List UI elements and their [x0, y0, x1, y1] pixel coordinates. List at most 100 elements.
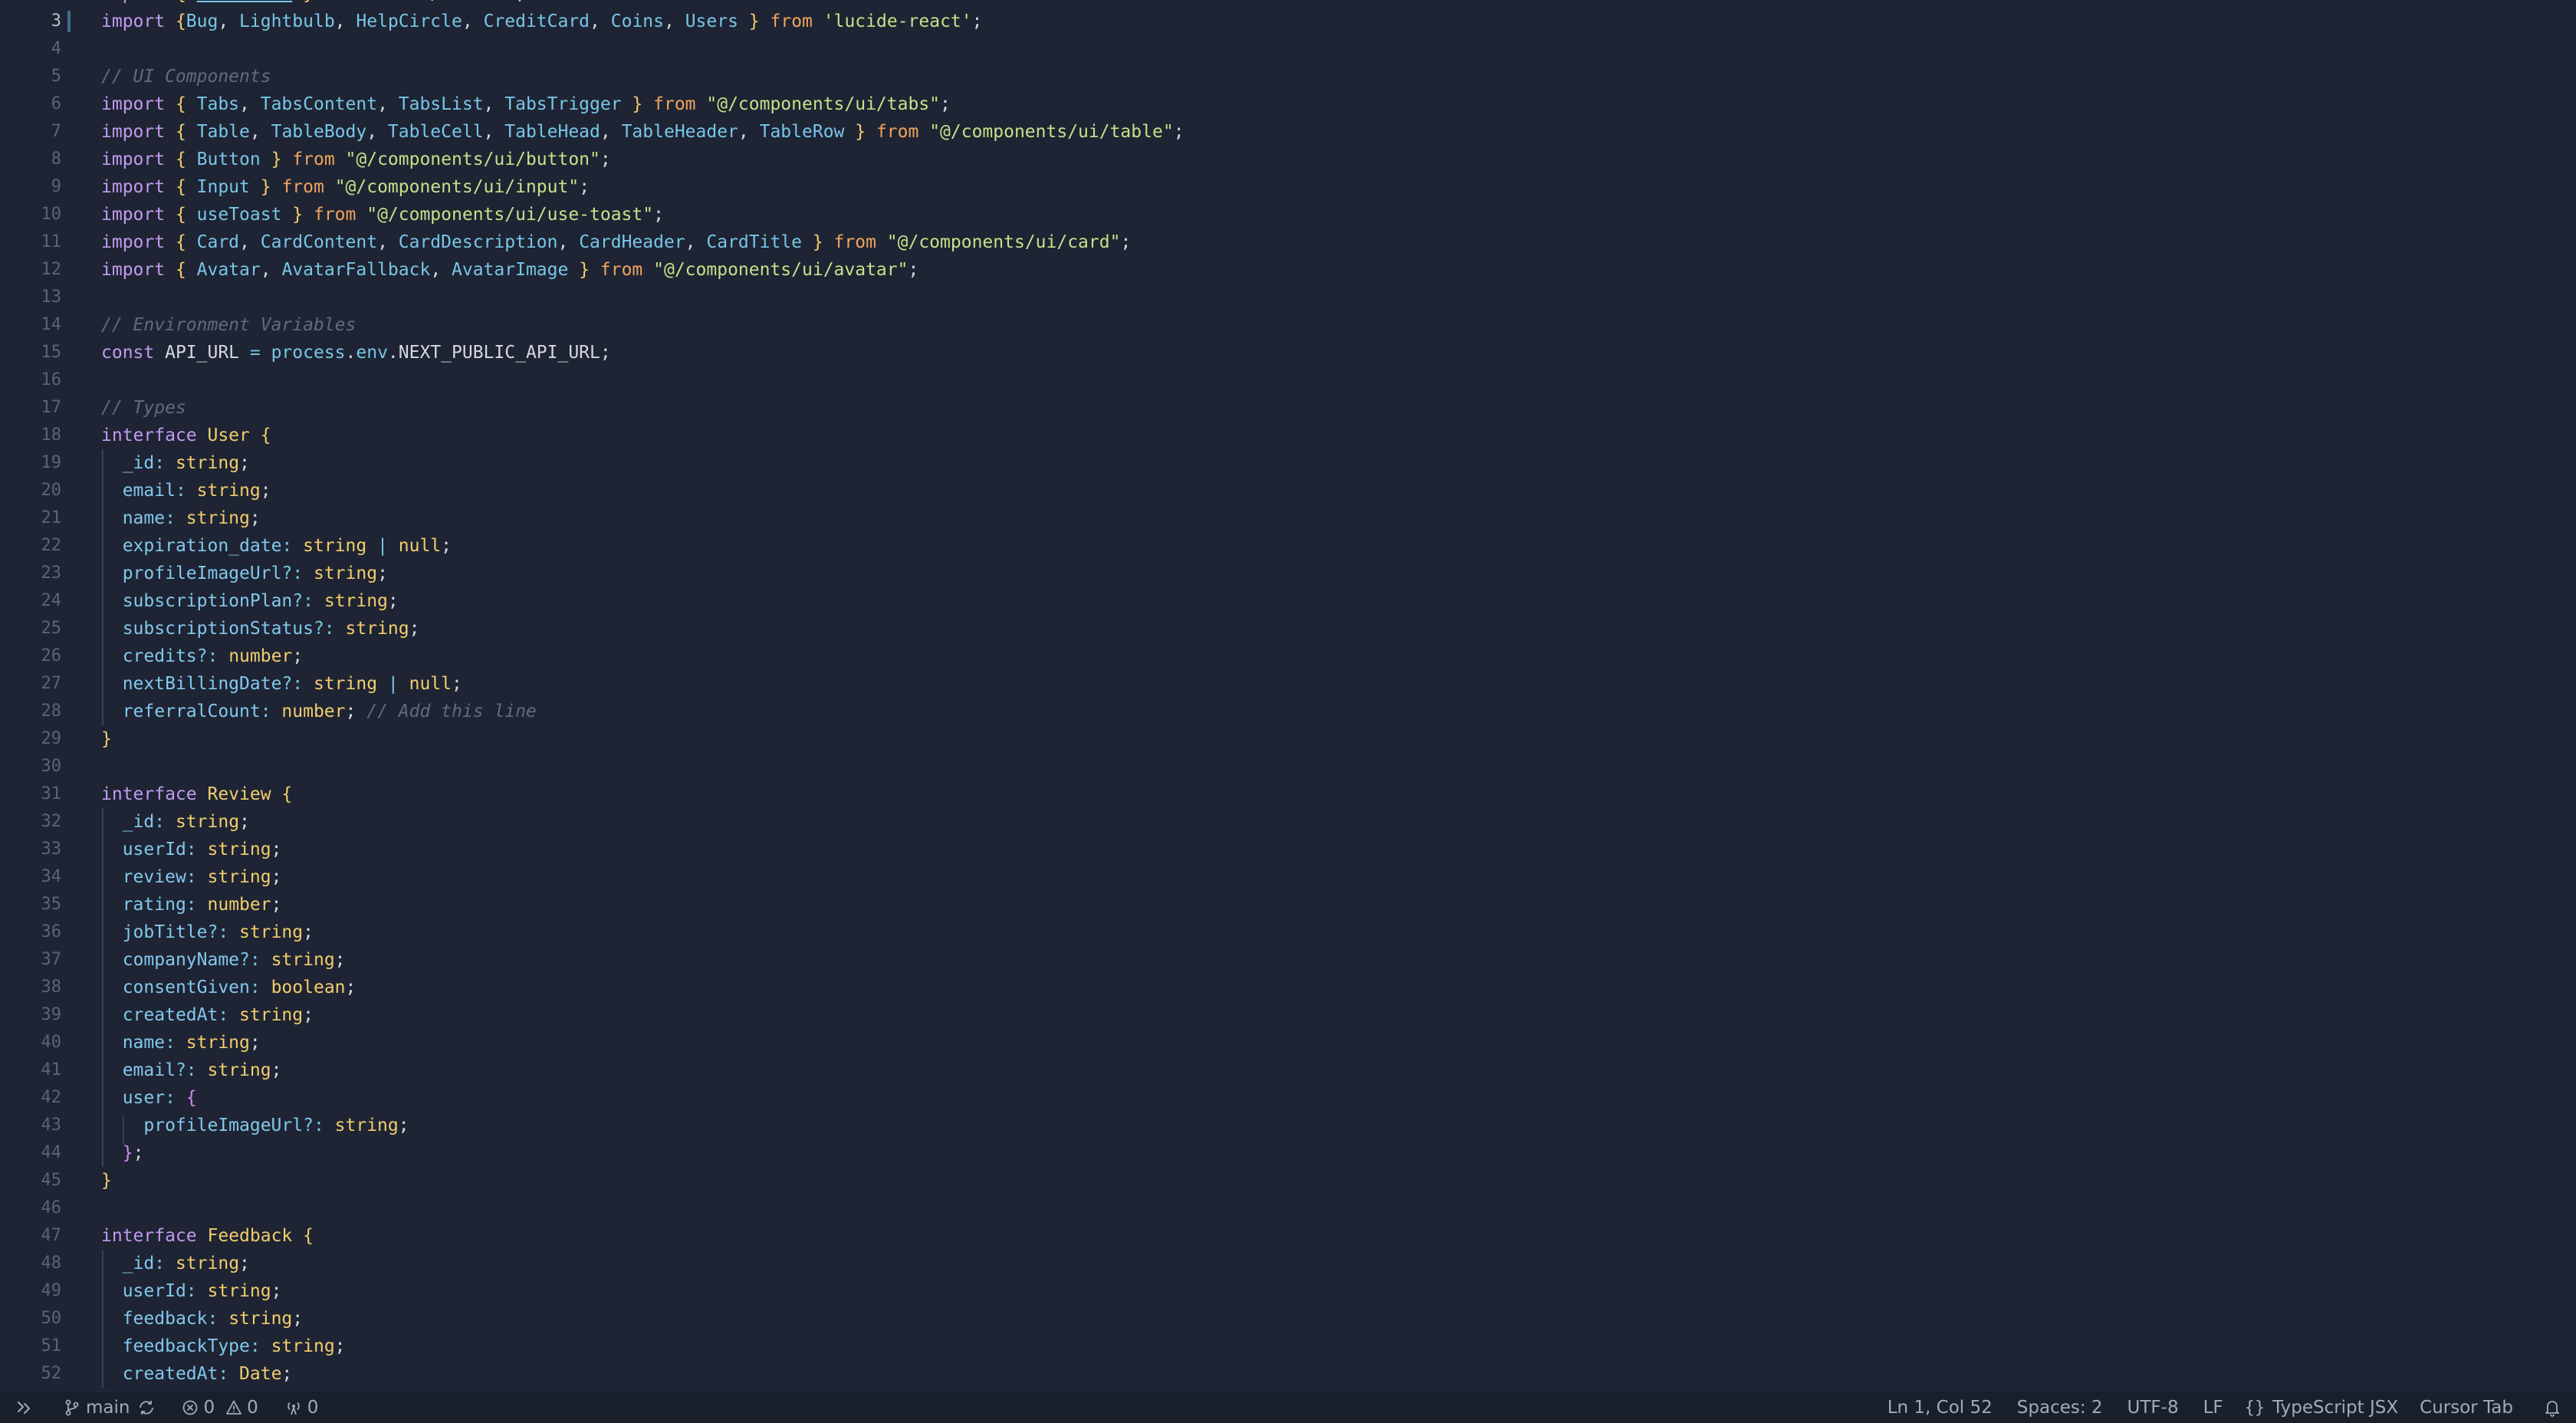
- code-line[interactable]: 43 profileImageUrl?: string;: [0, 1112, 2576, 1139]
- code-line[interactable]: 14 // Environment Variables: [0, 311, 2576, 339]
- code-line[interactable]: 40 name: string;: [0, 1029, 2576, 1057]
- code-token: ;: [239, 1254, 250, 1273]
- language-mode[interactable]: {} TypeScript JSX: [2245, 1392, 2399, 1423]
- code-line[interactable]: 20 email: string;: [0, 477, 2576, 504]
- code-line[interactable]: 31 interface Review {: [0, 781, 2576, 808]
- code-token: string: [207, 1060, 271, 1080]
- code-token: ,: [462, 12, 484, 31]
- encoding-setting[interactable]: UTF-8: [2128, 1392, 2179, 1423]
- code-token: credits: [122, 646, 197, 666]
- code-line[interactable]: 5 // UI Components: [0, 63, 2576, 90]
- code-line[interactable]: 17 // Types: [0, 394, 2576, 422]
- cursor-position[interactable]: Ln 1, Col 52: [1888, 1392, 1993, 1423]
- code-line[interactable]: 8 import { Button } from "@/components/ui…: [0, 146, 2576, 173]
- code-line[interactable]: 38 consentGiven: boolean;: [0, 974, 2576, 1001]
- sync-icon[interactable]: [137, 1399, 156, 1416]
- notifications-button[interactable]: [2544, 1392, 2561, 1423]
- indent-guide: [102, 1029, 104, 1057]
- code-line[interactable]: 35 rating: number;: [0, 891, 2576, 919]
- code-line[interactable]: 47 interface Feedback {: [0, 1222, 2576, 1250]
- code-line[interactable]: 36 jobTitle?: string;: [0, 919, 2576, 946]
- code-line[interactable]: 23 profileImageUrl?: string;: [0, 560, 2576, 587]
- code-line[interactable]: 22 expiration_date: string | null;: [0, 532, 2576, 560]
- code-token: Feedback: [207, 1226, 304, 1246]
- code-token: ;: [345, 702, 367, 721]
- code-token: useRouter: [197, 0, 293, 4]
- code-line[interactable]: 45}: [0, 1167, 2576, 1195]
- code-line[interactable]: 50 feedback: string;: [0, 1305, 2576, 1333]
- code-line[interactable]: 15 const API_URL = process.env.NEXT_PUBLI…: [0, 339, 2576, 366]
- code-token: ;: [239, 812, 250, 832]
- code-line[interactable]: 29}: [0, 725, 2576, 753]
- eol-setting[interactable]: LF: [2203, 1392, 2223, 1423]
- code-text: interface User {: [101, 422, 271, 449]
- code-line[interactable]: 27 nextBillingDate?: string | null;: [0, 670, 2576, 698]
- code-line[interactable]: 3 import {Bug, Lightbulb, HelpCircle, Cre…: [0, 8, 2576, 35]
- code-line[interactable]: 51 feedbackType: string;: [0, 1333, 2576, 1360]
- code-line[interactable]: 11 import { Card, CardContent, CardDescri…: [0, 228, 2576, 256]
- code-token: ;: [452, 674, 462, 694]
- code-line[interactable]: 46: [0, 1195, 2576, 1222]
- code-line[interactable]: 39 createdAt: string;: [0, 1001, 2576, 1029]
- code-line[interactable]: 19 _id: string;: [0, 449, 2576, 477]
- code-line[interactable]: 4: [0, 35, 2576, 63]
- code-line[interactable]: 48 _id: string;: [0, 1250, 2576, 1277]
- code-line[interactable]: 37 companyName?: string;: [0, 946, 2576, 974]
- code-text: import { Button } from "@/components/ui/…: [101, 146, 611, 173]
- code-line[interactable]: 33 userId: string;: [0, 836, 2576, 863]
- code-token: from: [324, 0, 377, 4]
- ports-indicator[interactable]: 0: [284, 1392, 318, 1423]
- code-line[interactable]: 21 name: string;: [0, 504, 2576, 532]
- code-token: "@/components/ui/use-toast": [366, 205, 654, 225]
- code-text: _id: string;: [101, 1250, 250, 1277]
- code-token: string: [228, 1309, 293, 1329]
- code-line[interactable]: 44 };: [0, 1139, 2576, 1167]
- code-token: email: [122, 1060, 176, 1080]
- code-token: ,: [377, 232, 399, 252]
- code-line[interactable]: 13: [0, 284, 2576, 311]
- code-line[interactable]: 9 import { Input } from "@/components/ui/…: [0, 173, 2576, 201]
- code-line[interactable]: 16: [0, 366, 2576, 394]
- code-token: ;: [239, 453, 250, 473]
- code-line[interactable]: 25 subscriptionStatus?: string;: [0, 615, 2576, 642]
- remote-indicator[interactable]: [15, 1392, 54, 1423]
- code-line[interactable]: 28 referralCount: number; // Add this li…: [0, 698, 2576, 725]
- code-line[interactable]: 7 import { Table, TableBody, TableCell, T…: [0, 118, 2576, 146]
- code-lines[interactable]: 2 import { useRouter } from 'next/router'…: [0, 0, 2576, 1388]
- code-line[interactable]: 24 subscriptionPlan?: string;: [0, 587, 2576, 615]
- cursor-tab-button[interactable]: Cursor Tab: [2420, 1392, 2513, 1423]
- code-token: from: [313, 205, 367, 225]
- code-line[interactable]: 52 createdAt: Date;: [0, 1360, 2576, 1388]
- code-text: consentGiven: boolean;: [101, 974, 356, 1001]
- code-token: ;: [579, 177, 590, 197]
- code-line[interactable]: 30: [0, 753, 2576, 781]
- code-line[interactable]: 2 import { useRouter } from 'next/router'…: [0, 0, 2576, 8]
- code-line[interactable]: 18 interface User {: [0, 422, 2576, 449]
- code-line[interactable]: 26 credits?: number;: [0, 642, 2576, 670]
- branch-indicator[interactable]: main: [64, 1392, 156, 1423]
- problems-indicator[interactable]: 0 0: [182, 1392, 258, 1423]
- line-number: 46: [41, 1198, 62, 1218]
- code-token: ;: [334, 1336, 346, 1356]
- code-editor[interactable]: 2 import { useRouter } from 'next/router'…: [0, 0, 2576, 1391]
- code-line[interactable]: 41 email?: string;: [0, 1057, 2576, 1084]
- code-line[interactable]: 49 userId: string;: [0, 1277, 2576, 1305]
- indent-guide: [102, 919, 104, 946]
- code-line[interactable]: 10 import { useToast } from "@/components…: [0, 201, 2576, 228]
- code-line[interactable]: 32 _id: string;: [0, 808, 2576, 836]
- code-line[interactable]: 42 user: {: [0, 1084, 2576, 1112]
- code-token: User: [207, 426, 261, 445]
- code-token: }: [621, 94, 654, 114]
- line-number: 21: [41, 508, 62, 527]
- code-token: _id: [122, 453, 155, 473]
- indentation-setting[interactable]: Spaces: 2: [2017, 1392, 2103, 1423]
- code-token: .: [387, 343, 399, 363]
- code-line[interactable]: 12 import { Avatar, AvatarFallback, Avata…: [0, 256, 2576, 284]
- code-line[interactable]: 34 review: string;: [0, 863, 2576, 891]
- code-token: {: [303, 1226, 314, 1246]
- code-line[interactable]: 6 import { Tabs, TabsContent, TabsList, T…: [0, 90, 2576, 118]
